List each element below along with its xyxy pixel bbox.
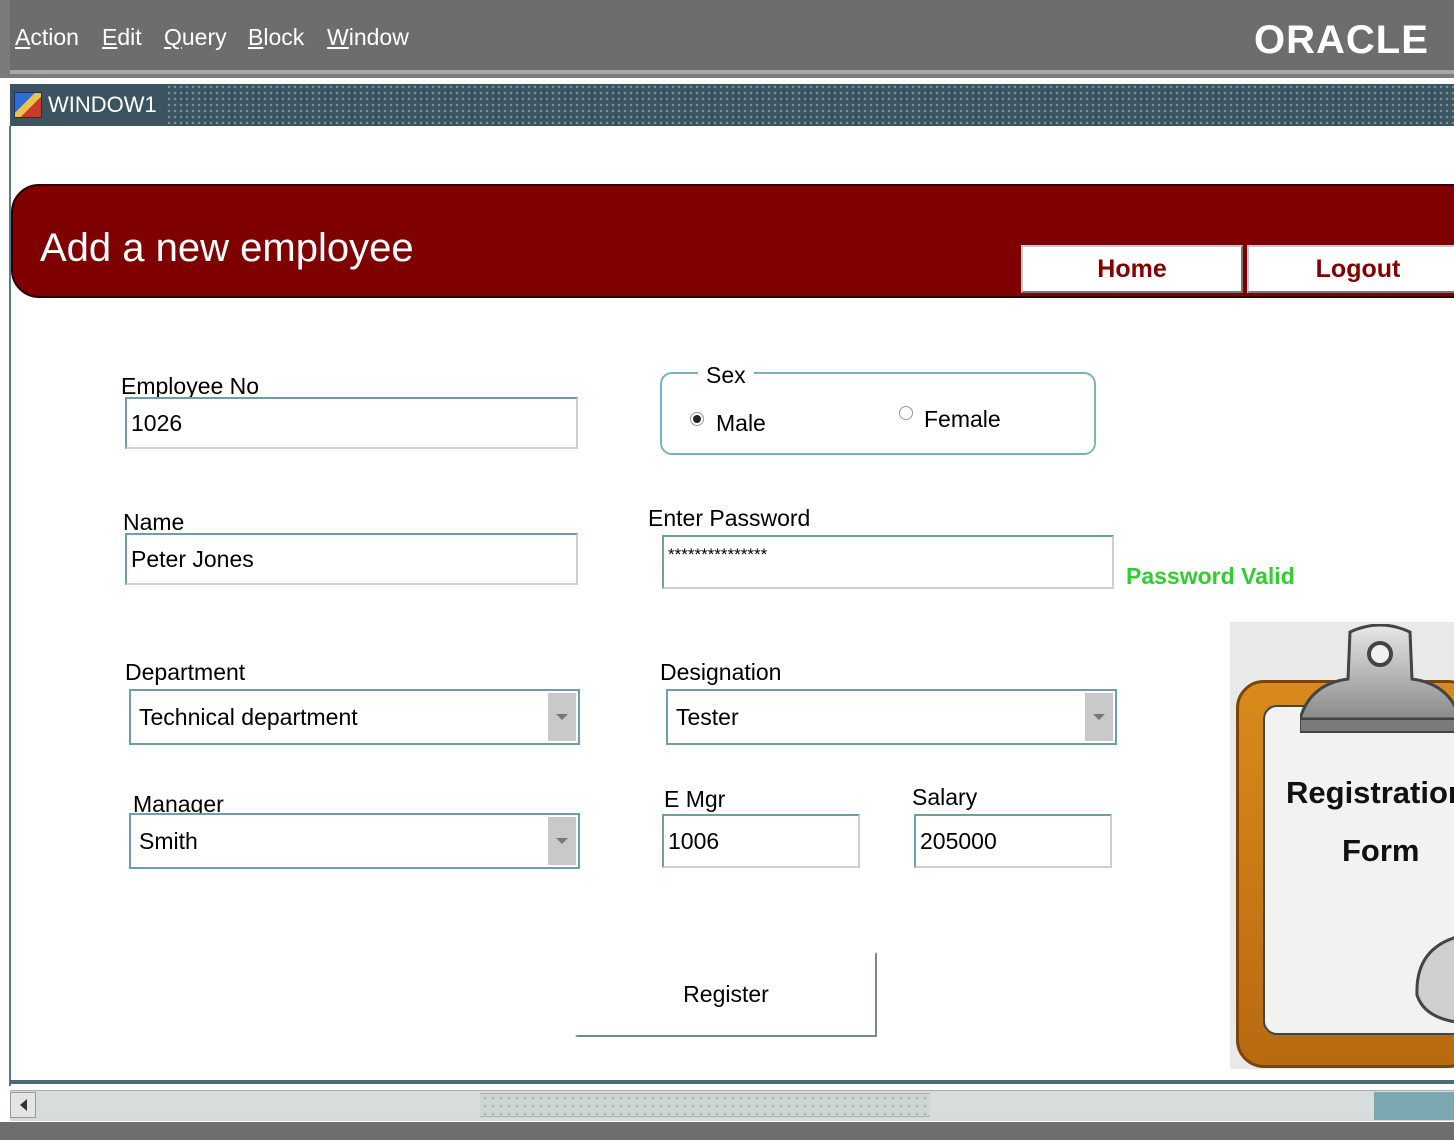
- menu-edit-label: dit: [117, 24, 142, 50]
- scroll-left-arrow-icon[interactable]: [10, 1092, 36, 1118]
- menu-action-label: ction: [30, 24, 79, 50]
- menu-window-accel: W: [327, 24, 349, 50]
- window-icon: [14, 92, 42, 118]
- menu-query-accel: Q: [164, 24, 182, 50]
- sex-group-label: Sex: [698, 362, 754, 389]
- male-radio-dot[interactable]: [690, 412, 704, 426]
- menu-action-accel: A: [15, 24, 31, 50]
- manager-select[interactable]: Smith: [129, 813, 580, 869]
- logout-button[interactable]: Logout: [1247, 245, 1454, 293]
- oracle-logo: ORACLE: [1254, 18, 1429, 62]
- manager-dropdown-arrow-icon[interactable]: [548, 817, 576, 865]
- window-frame-bottom: [10, 1080, 1454, 1084]
- window-title-text: WINDOW1: [48, 92, 157, 117]
- menu-block-accel: B: [248, 24, 264, 50]
- clipboard-clasp-icon: [1300, 624, 1454, 733]
- scroll-right-region[interactable]: [1374, 1092, 1454, 1120]
- name-label: Name: [123, 509, 185, 535]
- password-status: Password Valid: [1126, 563, 1295, 589]
- menu-block-label: lock: [263, 24, 305, 50]
- clipboard-text-line1: Registration: [1286, 775, 1454, 810]
- page-title: Add a new employee: [40, 226, 414, 270]
- page-curl-icon: [1415, 936, 1454, 1024]
- male-radio-label[interactable]: Male: [716, 410, 766, 437]
- employee-no-label: Employee No: [121, 373, 260, 399]
- designation-select[interactable]: Tester: [666, 689, 1117, 745]
- password-label: Enter Password: [648, 505, 811, 531]
- password-field[interactable]: ***************: [662, 535, 1114, 589]
- menu-window-label: indow: [348, 24, 409, 50]
- menu-bar-divider: [10, 70, 1454, 74]
- department-dropdown-arrow-icon[interactable]: [548, 693, 576, 741]
- menu-window[interactable]: Window: [327, 24, 409, 51]
- male-radio[interactable]: [690, 412, 704, 426]
- scrollbar-thumb-left[interactable]: [40, 1093, 480, 1117]
- female-radio-dot[interactable]: [899, 406, 913, 420]
- menu-edit[interactable]: Edit: [102, 24, 142, 51]
- window-title: WINDOW1: [10, 84, 167, 126]
- window-title-bar[interactable]: [10, 84, 1454, 126]
- employee-no-field[interactable]: 1026: [125, 397, 578, 449]
- menu-query[interactable]: Query: [164, 24, 227, 51]
- e-mgr-label: E Mgr: [664, 786, 726, 812]
- clipboard-text-line2: Form: [1342, 833, 1420, 868]
- department-select[interactable]: Technical department: [129, 689, 580, 745]
- designation-label: Designation: [660, 659, 782, 685]
- status-bar: [0, 1122, 1454, 1140]
- department-select-value: Technical department: [139, 703, 358, 730]
- female-radio[interactable]: [899, 406, 913, 420]
- designation-select-value: Tester: [676, 703, 739, 730]
- menu-edit-accel: E: [102, 24, 118, 50]
- scrollbar-thumb-right[interactable]: [930, 1093, 1372, 1117]
- female-radio-label[interactable]: Female: [924, 406, 1001, 433]
- manager-select-value: Smith: [139, 827, 198, 854]
- e-mgr-field[interactable]: 1006: [662, 814, 860, 868]
- designation-dropdown-arrow-icon[interactable]: [1085, 693, 1113, 741]
- menu-query-label: uery: [181, 24, 227, 50]
- home-button[interactable]: Home: [1021, 245, 1243, 293]
- name-field[interactable]: Peter Jones: [125, 533, 578, 585]
- salary-field[interactable]: 205000: [914, 814, 1112, 868]
- salary-label: Salary: [912, 784, 978, 810]
- menu-action[interactable]: Action: [15, 24, 79, 51]
- menu-block[interactable]: Block: [248, 24, 304, 51]
- register-button[interactable]: Register: [575, 952, 877, 1037]
- department-label: Department: [125, 659, 246, 685]
